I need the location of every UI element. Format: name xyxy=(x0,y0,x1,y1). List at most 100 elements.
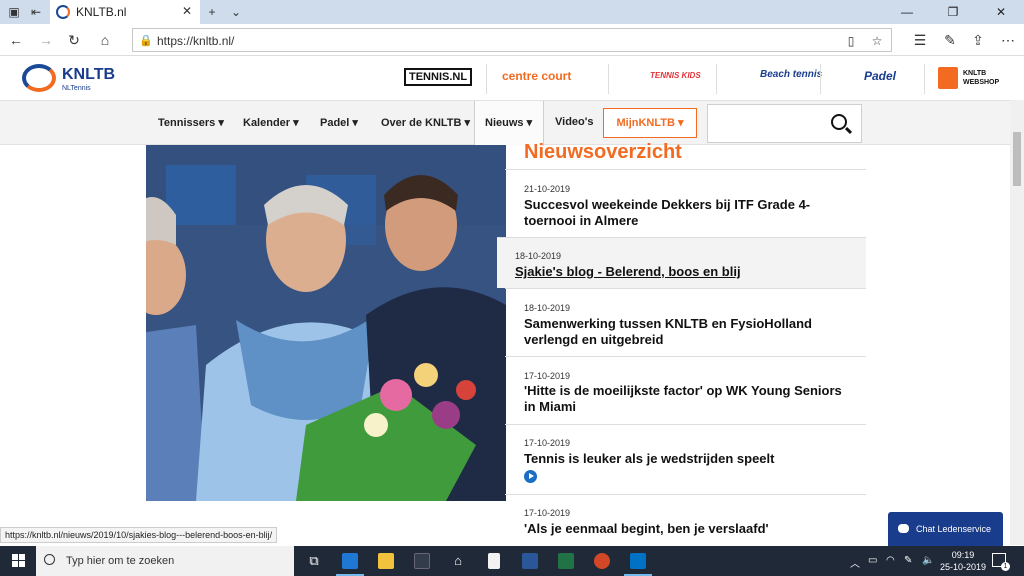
knltb-logo-icon[interactable] xyxy=(22,64,56,92)
tab-list-chevron-down-icon[interactable]: ⌄ xyxy=(228,4,244,20)
news-item[interactable]: 18-10-2019 Samenwerking tussen KNLTB en … xyxy=(505,288,866,356)
video-play-icon[interactable] xyxy=(524,470,537,483)
edge-app-icon[interactable] xyxy=(332,546,368,576)
partner-tennis-nl[interactable]: TENNIS.NL xyxy=(404,68,473,86)
notification-center-icon[interactable]: 1 xyxy=(992,553,1010,571)
new-tab-icon[interactable]: + xyxy=(204,4,220,20)
site-header: KNLTB NLTennis TENNIS.NL centre court TE… xyxy=(0,56,1024,100)
site-logo-text[interactable]: KNLTB xyxy=(62,66,115,84)
nav-nieuws-label: Nieuws ▾ xyxy=(485,117,533,129)
nav-videos[interactable]: Video's xyxy=(555,116,593,128)
refresh-icon[interactable]: ↻ xyxy=(66,32,82,48)
nav-over-de-knltb[interactable]: Over de KNLTB ▾ xyxy=(381,116,470,129)
mijn-knltb-button[interactable]: MijnKNLTB ▾ xyxy=(603,108,697,138)
more-options-icon[interactable]: ⋯ xyxy=(1000,32,1016,48)
home-icon[interactable]: ⌂ xyxy=(97,32,113,48)
clock-time: 09:19 xyxy=(951,550,975,560)
partner-beach-tennis[interactable]: Beach tennis xyxy=(760,69,822,80)
chat-bubble-icon xyxy=(898,524,909,533)
news-item[interactable]: 17-10-2019 Tennis is leuker als je wedst… xyxy=(505,424,866,494)
divider xyxy=(924,64,925,94)
volume-muted-icon[interactable]: 🔈 xyxy=(922,555,934,566)
favorite-star-icon[interactable]: ☆ xyxy=(869,33,885,49)
windows-taskbar: Typ hier om te zoeken ⧉ ⌂ ︿ ▭ ◠ ✎ 🔈 09:1… xyxy=(0,546,1024,576)
partner-tennis-kids[interactable]: TENNIS KIDS xyxy=(650,71,701,80)
browser-toolbar: ← → ↻ ⌂ 🔒 https://knltb.nl/ ▯ ☆ ☰ ✎ ⇪ ⋯ xyxy=(0,24,1024,56)
site-search-input[interactable] xyxy=(707,104,862,143)
outlook-icon[interactable] xyxy=(620,546,656,576)
powerpoint-icon[interactable] xyxy=(584,546,620,576)
news-headline[interactable]: Tennis is leuker als je wedstrijden spee… xyxy=(524,451,844,467)
word-icon[interactable] xyxy=(512,546,548,576)
close-window-button[interactable]: ✕ xyxy=(978,0,1024,24)
news-overview-title: Nieuwsoverzicht xyxy=(524,141,682,163)
document-icon[interactable] xyxy=(476,546,512,576)
news-headline[interactable]: 'Als je eenmaal begint, ben je verslaafd… xyxy=(524,521,844,537)
browser-tab-bar: ▣ ⇤ KNLTB.nl ✕ + ⌄ — ❐ ✕ xyxy=(0,0,1024,24)
news-headline[interactable]: Succesvol weekeinde Dekkers bij ITF Grad… xyxy=(524,197,844,229)
news-headline[interactable]: 'Hitte is de moeilijkste factor' op WK Y… xyxy=(524,383,844,415)
nav-tennissers[interactable]: Tennissers ▾ xyxy=(158,116,224,129)
status-bar-url: https://knltb.nl/nieuws/2019/10/sjakies-… xyxy=(0,527,278,543)
close-tab-icon[interactable]: ✕ xyxy=(182,4,192,18)
back-arrow-icon[interactable]: ← xyxy=(8,32,24,48)
nav-label: Kalender xyxy=(243,117,291,129)
main-navigation: Tennissers ▾ Kalender ▾ Padel ▾ Over de … xyxy=(0,100,1010,146)
tab-title: KNLTB.nl xyxy=(76,5,127,19)
clock-date: 25-10-2019 xyxy=(939,562,987,572)
news-photo[interactable] xyxy=(146,145,506,501)
divider xyxy=(716,64,717,94)
chevron-up-icon[interactable]: ︿ xyxy=(850,555,860,570)
partner-webshop[interactable]: KNLTB WEBSHOP xyxy=(963,69,1003,87)
nav-label: Tennissers xyxy=(158,117,216,129)
browser-tab[interactable]: KNLTB.nl ✕ xyxy=(50,0,200,24)
search-icon xyxy=(44,554,55,565)
news-headline[interactable]: Samenwerking tussen KNLTB en FysioHollan… xyxy=(524,316,844,348)
address-url[interactable]: https://knltb.nl/ xyxy=(157,34,234,48)
knltb-favicon-icon xyxy=(56,5,70,19)
pen-icon[interactable]: ✎ xyxy=(942,32,958,48)
pen-tray-icon[interactable]: ✎ xyxy=(904,555,912,566)
partner-centre-court[interactable]: centre court xyxy=(502,69,571,83)
news-headline[interactable]: Sjakie's blog - Belerend, boos en blij xyxy=(515,264,835,280)
news-item[interactable]: 21-10-2019 Succesvol weekeinde Dekkers b… xyxy=(505,169,866,237)
store-home-icon[interactable]: ⌂ xyxy=(440,546,476,576)
news-item[interactable]: 18-10-2019 Sjakie's blog - Belerend, boo… xyxy=(497,237,866,288)
chat-label: Chat Ledenservice xyxy=(916,524,992,534)
chat-ledenservice-button[interactable]: Chat Ledenservice xyxy=(888,512,1003,546)
minimize-button[interactable]: — xyxy=(884,0,930,24)
taskbar-search[interactable]: Typ hier om te zoeken xyxy=(36,546,294,576)
nav-kalender[interactable]: Kalender ▾ xyxy=(243,116,299,129)
reading-view-icon[interactable]: ▯ xyxy=(843,33,859,49)
divider xyxy=(486,64,487,94)
favorites-list-icon[interactable]: ☰ xyxy=(912,32,928,48)
page-scrollbar[interactable] xyxy=(1010,100,1024,545)
divider xyxy=(820,64,821,94)
taskbar-clock[interactable]: 09:19 25-10-2019 xyxy=(938,549,988,573)
nav-padel[interactable]: Padel ▾ xyxy=(320,116,358,129)
app-icon[interactable] xyxy=(404,546,440,576)
battery-icon[interactable]: ▭ xyxy=(868,555,877,566)
file-explorer-icon[interactable] xyxy=(368,546,404,576)
set-aside-tabs-icon[interactable]: ⇤ xyxy=(28,4,44,20)
news-item[interactable]: 17-10-2019 'Als je eenmaal begint, ben j… xyxy=(505,494,866,546)
news-date: 18-10-2019 xyxy=(524,303,571,313)
forward-arrow-icon[interactable]: → xyxy=(38,32,54,48)
start-button[interactable] xyxy=(0,546,36,576)
partner-padel[interactable]: Padel xyxy=(864,69,896,83)
share-icon[interactable]: ⇪ xyxy=(970,32,986,48)
search-icon[interactable] xyxy=(831,114,847,130)
news-item[interactable]: 17-10-2019 'Hitte is de moeilijkste fact… xyxy=(505,356,866,424)
task-view-icon[interactable]: ⧉ xyxy=(296,546,332,576)
scrollbar-thumb[interactable] xyxy=(1013,132,1021,186)
address-bar[interactable]: 🔒 https://knltb.nl/ ▯ ☆ xyxy=(132,28,892,52)
nav-nieuws[interactable]: Nieuws ▾ xyxy=(474,101,544,146)
restore-button[interactable]: ❐ xyxy=(930,0,976,24)
news-date: 17-10-2019 xyxy=(524,508,571,518)
excel-icon[interactable] xyxy=(548,546,584,576)
network-icon[interactable]: ◠ xyxy=(886,555,895,566)
webshop-bag-icon[interactable] xyxy=(938,67,958,89)
windows-logo-icon xyxy=(12,554,25,567)
tab-preview-icon[interactable]: ▣ xyxy=(6,4,22,20)
lock-icon: 🔒 xyxy=(139,35,153,47)
